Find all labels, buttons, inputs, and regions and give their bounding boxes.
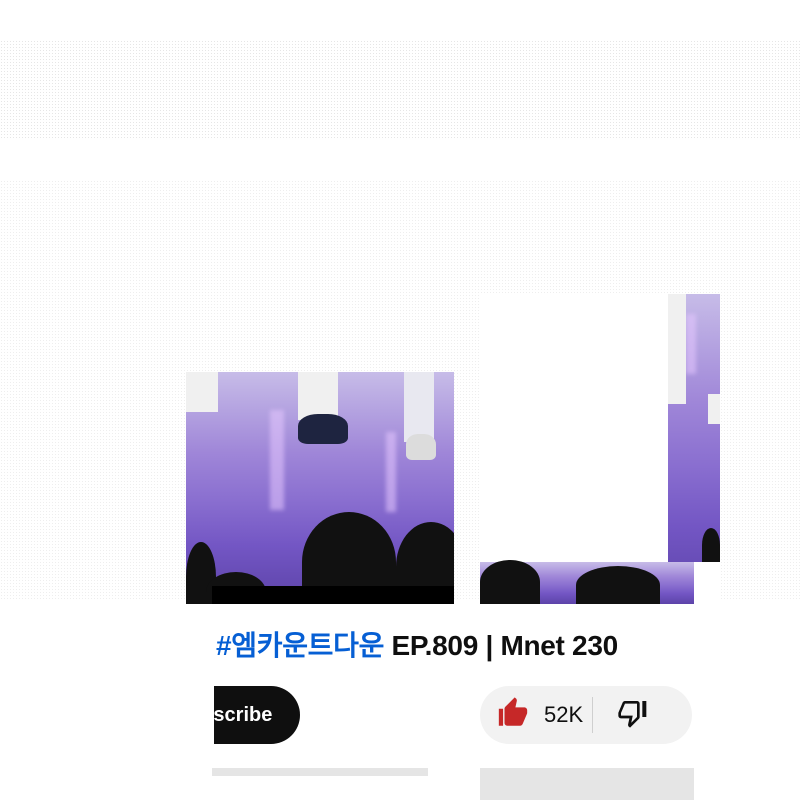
video-player-fragment-right[interactable] bbox=[480, 294, 720, 604]
like-button[interactable]: 52K bbox=[480, 686, 592, 744]
title-text: EP.809 | Mnet 230 bbox=[384, 630, 619, 661]
like-count: 52K bbox=[544, 702, 584, 727]
occluder bbox=[150, 680, 214, 750]
description-placeholder-left bbox=[212, 768, 428, 776]
thumbs-down-icon bbox=[617, 697, 649, 734]
title-hashtag-link[interactable]: #엠카운트다운 bbox=[216, 630, 384, 661]
video-player-fragment-left[interactable] bbox=[186, 372, 454, 604]
video-title: #엠카운트다운 EP.809 | Mnet 230 bbox=[216, 624, 696, 664]
like-dislike-pill: 52K bbox=[480, 686, 692, 744]
background-noise-top bbox=[0, 40, 800, 140]
dislike-button[interactable] bbox=[593, 686, 673, 744]
description-placeholder-right bbox=[480, 768, 694, 800]
performer-shoe bbox=[298, 414, 348, 444]
thumbs-up-icon bbox=[496, 696, 530, 735]
